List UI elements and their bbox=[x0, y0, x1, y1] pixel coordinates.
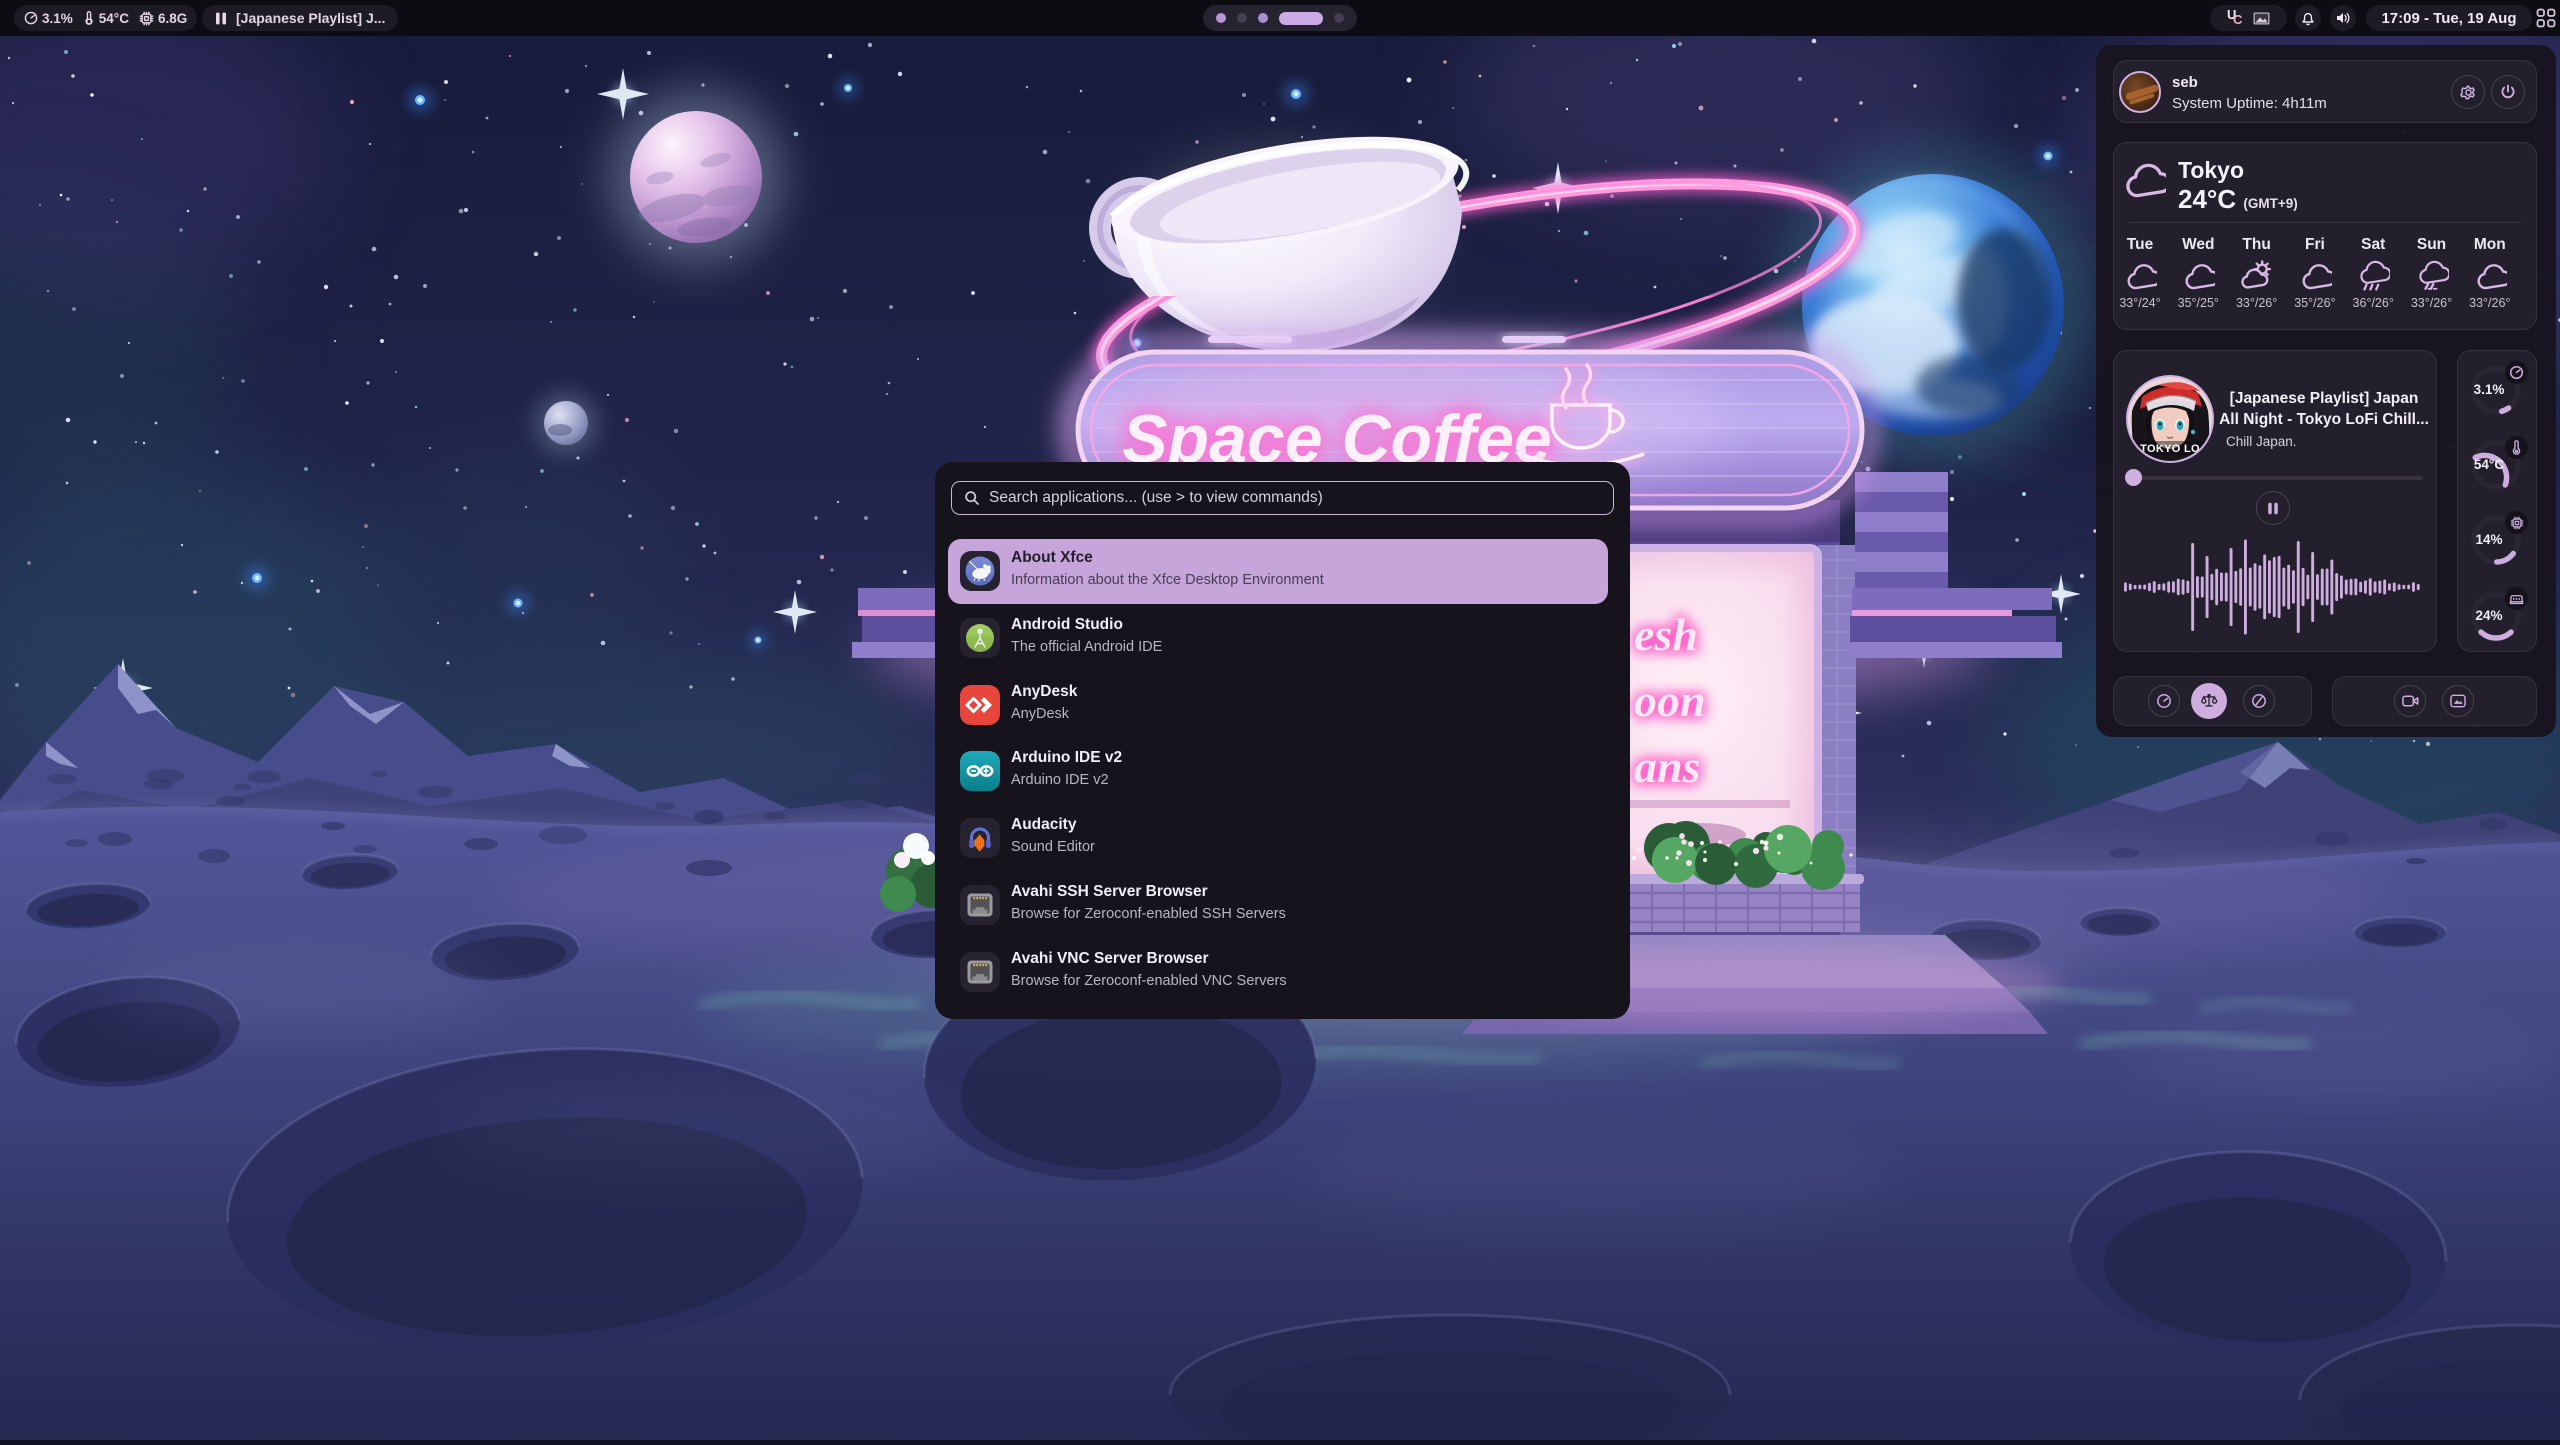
svg-text:oon: oon bbox=[1634, 675, 1706, 726]
svg-text:TOKYO LO: TOKYO LO bbox=[2140, 443, 2200, 455]
svg-text:ans: ans bbox=[1634, 741, 1700, 792]
svg-text:esh: esh bbox=[1634, 609, 1698, 660]
